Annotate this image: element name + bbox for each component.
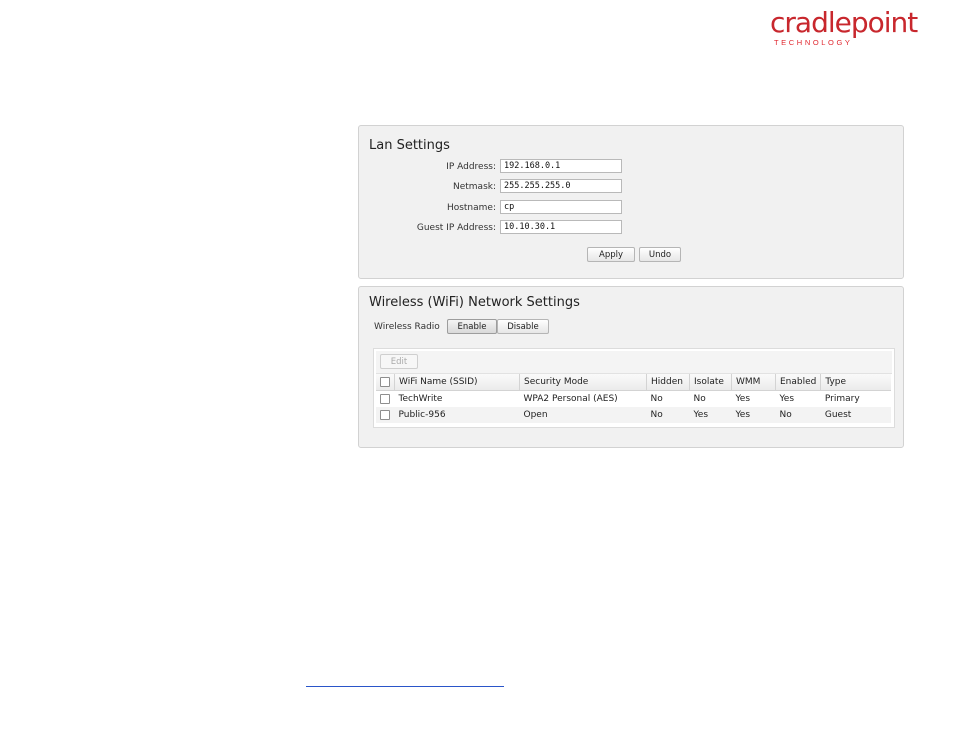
cell-hidden: No	[650, 394, 663, 404]
wifi-networks-table: WiFi Name (SSID) Security Mode Hidden Is…	[376, 374, 892, 423]
wifi-settings-title: Wireless (WiFi) Network Settings	[369, 295, 580, 310]
lan-settings-title: Lan Settings	[369, 138, 450, 153]
cell-wmm: Yes	[731, 407, 776, 423]
cell-type: Primary	[824, 394, 860, 404]
hostname-label: Hostname:	[446, 203, 496, 213]
select-all-cell	[376, 374, 395, 391]
cell-ssid: Public-956	[394, 407, 520, 423]
col-security-mode[interactable]: Security Mode	[519, 374, 647, 391]
cell-hidden: No	[646, 407, 690, 423]
cell-security-mode: Open	[519, 407, 647, 423]
apply-button[interactable]: Apply	[587, 247, 635, 262]
wireless-radio-label: Wireless Radio	[374, 322, 440, 332]
guest-ip-input[interactable]	[500, 220, 622, 234]
col-enabled[interactable]: Enabled	[775, 374, 822, 391]
undo-button[interactable]: Undo	[639, 247, 681, 262]
col-ssid[interactable]: WiFi Name (SSID)	[394, 374, 520, 391]
enable-radio-button[interactable]: Enable	[447, 319, 497, 334]
select-all-checkbox[interactable]	[380, 376, 390, 387]
col-wmm[interactable]: WMM	[731, 374, 776, 391]
cell-enabled: Yes	[779, 394, 795, 404]
row-checkbox[interactable]	[380, 409, 390, 420]
ip-address-input[interactable]	[500, 159, 622, 173]
lan-settings-panel: Lan Settings IP Address: Netmask: Hostna…	[358, 125, 904, 279]
netmask-input[interactable]	[500, 179, 622, 193]
edit-button[interactable]: Edit	[380, 354, 418, 369]
row-checkbox[interactable]	[380, 393, 390, 404]
cell-isolate: Yes	[689, 407, 732, 423]
hyperlink-underline[interactable]	[306, 686, 504, 687]
cell-isolate: No	[693, 394, 706, 404]
cell-enabled: No	[775, 407, 821, 423]
cell-ssid: TechWrite	[398, 394, 443, 404]
cradlepoint-logo: cradlepoint TECHNOLOGY	[770, 6, 920, 48]
hostname-input[interactable]	[500, 200, 622, 214]
wifi-networks-grid: Edit WiFi Name (SSID) Security Mode Hidd…	[373, 348, 895, 428]
col-type[interactable]: Type	[820, 374, 892, 391]
grid-toolbar: Edit	[376, 351, 892, 374]
logo-tagline: TECHNOLOGY	[774, 38, 853, 47]
row-select-cell	[376, 407, 395, 423]
ip-address-label: IP Address:	[446, 162, 496, 172]
row-select-cell	[376, 391, 395, 408]
logo-wordmark: cradlepoint	[770, 6, 918, 39]
table-header-row: WiFi Name (SSID) Security Mode Hidden Is…	[376, 374, 892, 391]
table-row[interactable]: Public-956 Open No Yes Yes No Guest	[376, 407, 892, 423]
table-row[interactable]: TechWrite WPA2 Personal (AES) No No Yes …	[376, 391, 891, 408]
cell-security-mode: WPA2 Personal (AES)	[523, 394, 618, 404]
col-hidden[interactable]: Hidden	[646, 374, 690, 391]
netmask-label: Netmask:	[452, 182, 496, 192]
cell-type: Guest	[820, 407, 892, 423]
col-isolate[interactable]: Isolate	[689, 374, 732, 391]
wifi-settings-panel: Wireless (WiFi) Network Settings Wireles…	[358, 286, 904, 448]
disable-radio-button[interactable]: Disable	[497, 319, 549, 334]
cell-wmm: Yes	[735, 394, 751, 404]
guest-ip-label: Guest IP Address:	[416, 223, 496, 233]
